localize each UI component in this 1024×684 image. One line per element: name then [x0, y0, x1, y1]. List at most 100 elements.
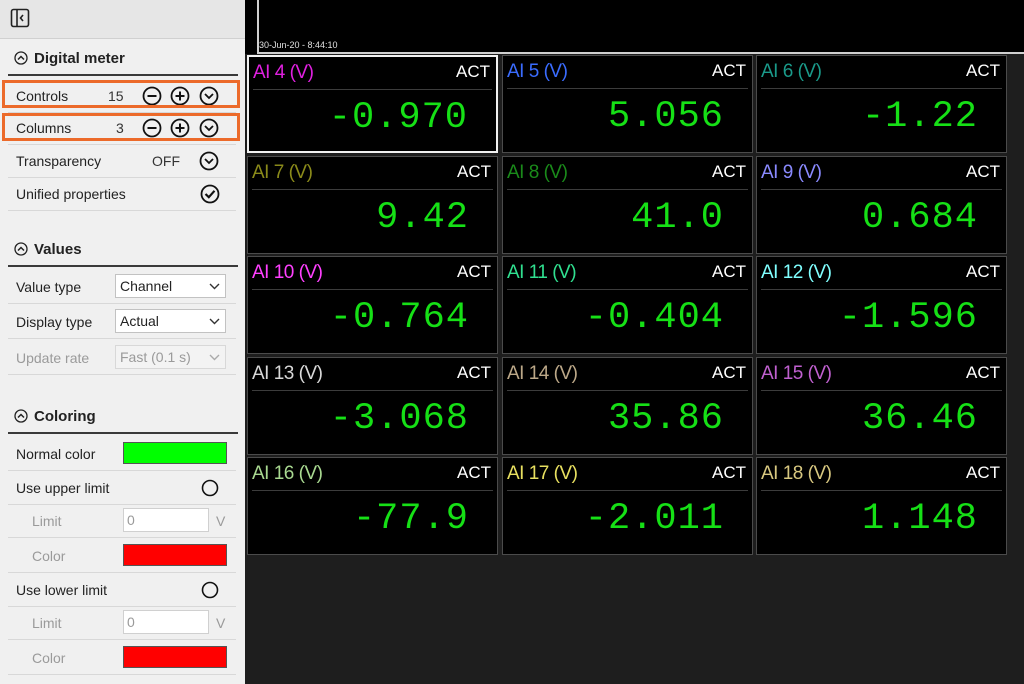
meter-value: -2.011 — [584, 498, 724, 540]
meter-status: ACT — [712, 363, 746, 382]
lower-color-label: Color — [32, 650, 66, 666]
upper-limit-value-row: Limit 0 V — [8, 505, 236, 538]
lower-limit-input[interactable]: 0 — [123, 610, 209, 634]
transparency-row: Transparency OFF — [8, 145, 236, 178]
meter-value: 0.684 — [861, 197, 978, 239]
meter-channel-name: AI 8 (V) — [507, 162, 568, 183]
meter-status: ACT — [457, 463, 491, 482]
meter-header-divider — [507, 88, 748, 89]
section-title: Coloring — [34, 407, 96, 425]
meter-cell[interactable]: AI 14 (V) ACT 35.86 — [502, 357, 753, 455]
meter-channel-name: AI 6 (V) — [761, 61, 822, 82]
meter-cell[interactable]: AI 6 (V) ACT -1.22 — [756, 55, 1007, 153]
meter-value: 41.0 — [631, 197, 724, 239]
meter-value: 36.46 — [861, 398, 978, 440]
meter-status: ACT — [457, 162, 491, 181]
upper-limit-unit: V — [216, 513, 226, 529]
meter-cell[interactable]: AI 7 (V) ACT 9.42 — [247, 156, 498, 254]
display-type-selected: Actual — [120, 313, 159, 329]
display-type-row: Display type Actual — [8, 306, 236, 339]
time-axis-line — [257, 52, 1024, 54]
meter-status: ACT — [457, 262, 491, 281]
meter-channel-name: AI 16 (V) — [252, 463, 323, 484]
section-divider — [8, 265, 238, 267]
meter-header-divider — [761, 88, 1002, 89]
normal-color-swatch[interactable] — [123, 442, 227, 464]
lower-limit-label: Use lower limit — [16, 582, 108, 598]
section-title: Digital meter — [34, 49, 125, 67]
meter-cell[interactable]: AI 9 (V) ACT 0.684 — [756, 156, 1007, 254]
meter-header-divider — [507, 189, 748, 190]
meter-value: 1.148 — [861, 498, 978, 540]
meter-cell[interactable]: AI 17 (V) ACT -2.011 — [502, 457, 753, 555]
meter-header-divider — [761, 390, 1002, 391]
value-type-label: Value type — [16, 279, 82, 295]
meter-cell[interactable]: AI 13 (V) ACT -3.068 — [247, 357, 498, 455]
chevron-down-icon — [209, 318, 220, 325]
meter-status: ACT — [966, 61, 1000, 80]
update-rate-selected: Fast (0.1 s) — [120, 349, 191, 365]
meter-header-divider — [761, 189, 1002, 190]
meter-status: ACT — [712, 61, 746, 80]
meter-header-divider — [252, 289, 493, 290]
lower-limit-value-row: Limit 0 V — [8, 607, 236, 640]
meter-status: ACT — [966, 262, 1000, 281]
unified-properties-label: Unified properties — [16, 186, 126, 202]
upper-limit-row: Use upper limit — [8, 472, 236, 505]
meter-cell[interactable]: AI 11 (V) ACT -0.404 — [502, 256, 753, 354]
meter-value: -1.22 — [861, 96, 978, 138]
meter-cell[interactable]: AI 10 (V) ACT -0.764 — [247, 256, 498, 354]
meter-cell[interactable]: AI 4 (V) ACT -0.970 — [247, 55, 498, 153]
meter-cell[interactable]: AI 15 (V) ACT 36.46 — [756, 357, 1007, 455]
value-type-select[interactable]: Channel — [115, 274, 226, 298]
update-rate-select: Fast (0.1 s) — [115, 345, 226, 369]
meter-channel-name: AI 10 (V) — [252, 262, 323, 283]
meter-channel-name: AI 4 (V) — [253, 62, 314, 83]
section-digital-meter[interactable]: Digital meter — [14, 47, 125, 69]
section-divider — [8, 74, 238, 76]
upper-limit-label: Use upper limit — [16, 480, 110, 496]
display-type-label: Display type — [16, 314, 93, 330]
meter-status: ACT — [966, 463, 1000, 482]
update-rate-label: Update rate — [16, 350, 90, 366]
meter-channel-name: AI 12 (V) — [761, 262, 832, 283]
chevron-up-icon — [14, 51, 28, 65]
meter-status: ACT — [712, 162, 746, 181]
value-type-row: Value type Channel — [8, 271, 236, 304]
controls-highlight — [2, 80, 240, 108]
unified-properties-checkbox[interactable] — [200, 184, 220, 204]
meter-channel-name: AI 18 (V) — [761, 463, 832, 484]
lower-limit-radio[interactable] — [201, 581, 219, 599]
meter-cell[interactable]: AI 12 (V) ACT -1.596 — [756, 256, 1007, 354]
chevron-down-icon — [209, 283, 220, 290]
section-coloring[interactable]: Coloring — [14, 405, 96, 427]
meter-channel-name: AI 5 (V) — [507, 61, 568, 82]
meter-header-divider — [761, 490, 1002, 491]
upper-limit-input[interactable]: 0 — [123, 508, 209, 532]
meter-cell[interactable]: AI 8 (V) ACT 41.0 — [502, 156, 753, 254]
meter-value: -1.596 — [838, 297, 978, 339]
meter-value: 9.42 — [376, 197, 469, 239]
unified-properties-row: Unified properties — [8, 178, 236, 211]
lower-color-swatch[interactable] — [123, 646, 227, 668]
collapse-panel-icon[interactable] — [10, 8, 30, 28]
chevron-down-icon — [209, 354, 220, 361]
meter-channel-name: AI 15 (V) — [761, 363, 832, 384]
meter-channel-name: AI 11 (V) — [507, 262, 577, 283]
chevron-up-icon — [14, 409, 28, 423]
meter-value: -3.068 — [329, 398, 469, 440]
meter-header-divider — [507, 289, 748, 290]
upper-color-swatch[interactable] — [123, 544, 227, 566]
transparency-dropdown-icon[interactable] — [199, 151, 219, 171]
display-type-select[interactable]: Actual — [115, 309, 226, 333]
meter-cell[interactable]: AI 18 (V) ACT 1.148 — [756, 457, 1007, 555]
meter-channel-name: AI 9 (V) — [761, 162, 822, 183]
section-values[interactable]: Values — [14, 238, 82, 260]
panel-toolbar — [0, 0, 245, 39]
meter-value: -0.764 — [329, 297, 469, 339]
section-title: Values — [34, 240, 82, 258]
meter-cell[interactable]: AI 16 (V) ACT -77.9 — [247, 457, 498, 555]
meter-cell[interactable]: AI 5 (V) ACT 5.056 — [502, 55, 753, 153]
upper-limit-radio[interactable] — [201, 479, 219, 497]
timestamp: 30-Jun-20 - 8:44:10 — [259, 40, 338, 50]
